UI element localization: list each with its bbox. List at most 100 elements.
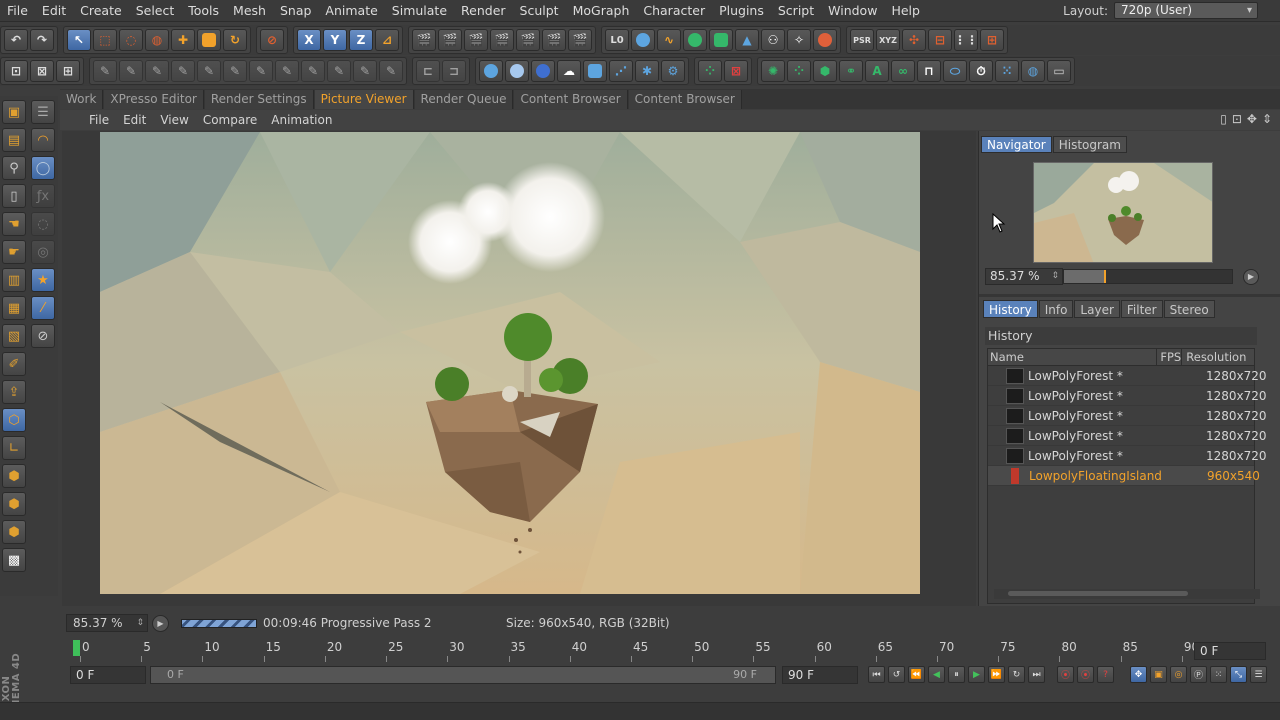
current-frame-field[interactable]: 0 F: [1194, 642, 1266, 660]
viewer-menu-view[interactable]: View: [153, 113, 195, 127]
menu-select[interactable]: Select: [129, 0, 182, 22]
motext-icon[interactable]: ⋰: [609, 60, 633, 82]
menu-plugins[interactable]: Plugins: [712, 0, 771, 22]
dynamics-6-icon[interactable]: ∞: [891, 60, 915, 82]
tab-render-queue[interactable]: Render Queue: [414, 90, 514, 109]
object-axis-icon[interactable]: ▤: [2, 128, 26, 152]
start-frame-field[interactable]: 0 F: [70, 666, 146, 684]
layout-toggle-icon[interactable]: ▯: [1220, 112, 1227, 126]
viewer-menu-edit[interactable]: Edit: [116, 113, 153, 127]
point-mode-icon[interactable]: ⬡: [2, 408, 26, 432]
tweak-icon[interactable]: ⊘: [31, 324, 55, 348]
play-backwards-icon[interactable]: ◀: [928, 666, 945, 683]
sculpt-brush-10-icon[interactable]: ✎: [327, 60, 351, 82]
tab-content-browser[interactable]: Content Browser: [628, 90, 742, 109]
render-settings-icon[interactable]: 🎬: [542, 29, 566, 51]
axis-icon[interactable]: ⊞: [980, 29, 1004, 51]
interactive-render-icon[interactable]: 🎬: [516, 29, 540, 51]
redo-icon[interactable]: ↷: [30, 29, 54, 51]
menu-sculpt[interactable]: Sculpt: [513, 0, 566, 22]
null-object-icon[interactable]: L0: [605, 29, 629, 51]
array-icon[interactable]: [709, 29, 733, 51]
key-parameter-icon[interactable]: Ⓟ: [1190, 666, 1207, 683]
sculpt-brush-9-icon[interactable]: ✎: [301, 60, 325, 82]
table-row[interactable]: LowPolyForest * 1280x720: [988, 406, 1267, 426]
tab-filter[interactable]: Filter: [1120, 300, 1163, 318]
move-panel-icon[interactable]: ✥: [1247, 112, 1257, 126]
rotate-icon[interactable]: ↻: [223, 29, 247, 51]
deformer-icon[interactable]: ▲: [735, 29, 759, 51]
coordinate-system-icon[interactable]: ⊿: [375, 29, 399, 51]
new-window-icon[interactable]: ⊡: [1232, 112, 1242, 126]
column-name[interactable]: Name: [988, 349, 1158, 365]
light-icon[interactable]: [813, 29, 837, 51]
sculpt-brush-4-icon[interactable]: ✎: [171, 60, 195, 82]
material-icon[interactable]: ◌: [31, 212, 55, 236]
key-scale-icon[interactable]: ▣: [1150, 666, 1167, 683]
render-queue-icon[interactable]: 🎬: [490, 29, 514, 51]
star-icon[interactable]: ★: [31, 268, 55, 292]
hand-tool-2-icon[interactable]: ☛: [2, 240, 26, 264]
menu-character[interactable]: Character: [636, 0, 712, 22]
scene-icon[interactable]: ⚇: [761, 29, 785, 51]
y-axis-button[interactable]: Y: [323, 29, 347, 51]
timeline-ruler[interactable]: 0 5 10 15 20 25 30 35 40 45 50 55 60 65 70 75 80 85 90: [70, 640, 1199, 662]
prev-key-icon[interactable]: ↺: [888, 666, 905, 683]
viewer-menu-file[interactable]: File: [82, 113, 116, 127]
play-forwards-icon[interactable]: ▶: [968, 666, 985, 683]
model-mode-icon[interactable]: ⊡: [4, 60, 28, 82]
dynamics-8-icon[interactable]: ⬭: [943, 60, 967, 82]
xyz-icon[interactable]: XYZ: [876, 29, 900, 51]
camera-icon[interactable]: ✧: [787, 29, 811, 51]
sculpt-brush-12-icon[interactable]: ✎: [379, 60, 403, 82]
tab-work[interactable]: Work: [60, 90, 104, 109]
z-axis-button[interactable]: Z: [349, 29, 373, 51]
key-pla-icon[interactable]: ⁙: [1210, 666, 1227, 683]
menu-file[interactable]: File: [0, 0, 35, 22]
mosplit-icon[interactable]: [583, 60, 607, 82]
cloner-icon[interactable]: [479, 60, 503, 82]
scale-icon[interactable]: [197, 29, 221, 51]
workplane-mode-icon[interactable]: ⊞: [56, 60, 80, 82]
navigator-zoom-slider[interactable]: [1063, 269, 1233, 284]
lasso-selection-icon[interactable]: ◌: [119, 29, 143, 51]
table-row[interactable]: LowPolyForest * 1280x720: [988, 386, 1267, 406]
mograph-selection-icon[interactable]: ⚙: [661, 60, 685, 82]
dynamics-10-icon[interactable]: ◍: [1021, 60, 1045, 82]
keyframe-help-icon[interactable]: ?: [1097, 666, 1114, 683]
timeline-playhead[interactable]: [73, 640, 80, 656]
layout-mode-1-icon[interactable]: ⊏: [416, 60, 440, 82]
render-view-icon[interactable]: 🎬: [412, 29, 436, 51]
brush-icon[interactable]: ⁄: [31, 296, 55, 320]
dynamics-4-icon[interactable]: ⚭: [839, 60, 863, 82]
object-mode-icon[interactable]: ⬢: [2, 520, 26, 544]
x-axis-button[interactable]: X: [297, 29, 321, 51]
table-row[interactable]: LowPolyForest * 1280x720: [988, 446, 1267, 466]
status-play-icon[interactable]: ▶: [152, 614, 169, 632]
search-icon[interactable]: ⚲: [2, 156, 26, 180]
tab-layer[interactable]: Layer: [1074, 300, 1120, 318]
share-icon[interactable]: ⇪: [2, 380, 26, 404]
perspective-icon[interactable]: ◯: [31, 156, 55, 180]
subdivision-icon[interactable]: [683, 29, 707, 51]
prev-frame-icon[interactable]: ⏪: [908, 666, 925, 683]
menu-mesh[interactable]: Mesh: [226, 0, 273, 22]
table-row[interactable]: LowPolyForest * 1280x720: [988, 366, 1267, 386]
hand-tool-1-icon[interactable]: ☚: [2, 212, 26, 236]
dynamics-1-icon[interactable]: ✺: [761, 60, 785, 82]
next-frame-icon[interactable]: ⏩: [988, 666, 1005, 683]
live-selection-icon[interactable]: ↖: [67, 29, 91, 51]
go-to-start-icon[interactable]: ⏮: [868, 666, 885, 683]
tab-xpresso-editor[interactable]: XPresso Editor: [104, 90, 204, 109]
dynamics-9-icon[interactable]: ⁙: [995, 60, 1019, 82]
dynamics-7-icon[interactable]: ⊓: [917, 60, 941, 82]
edit-render-settings-icon[interactable]: 🎬: [568, 29, 592, 51]
document-icon[interactable]: ▯: [2, 184, 26, 208]
matrix-icon[interactable]: [505, 60, 529, 82]
tab-histogram[interactable]: Histogram: [1052, 136, 1127, 153]
sculpt-brush-3-icon[interactable]: ✎: [145, 60, 169, 82]
render-to-picture-viewer-icon[interactable]: 🎬: [438, 29, 462, 51]
sculpt-brush-5-icon[interactable]: ✎: [197, 60, 221, 82]
workplane-icon[interactable]: ⊟: [928, 29, 952, 51]
pause-icon[interactable]: ⏸: [948, 666, 965, 683]
